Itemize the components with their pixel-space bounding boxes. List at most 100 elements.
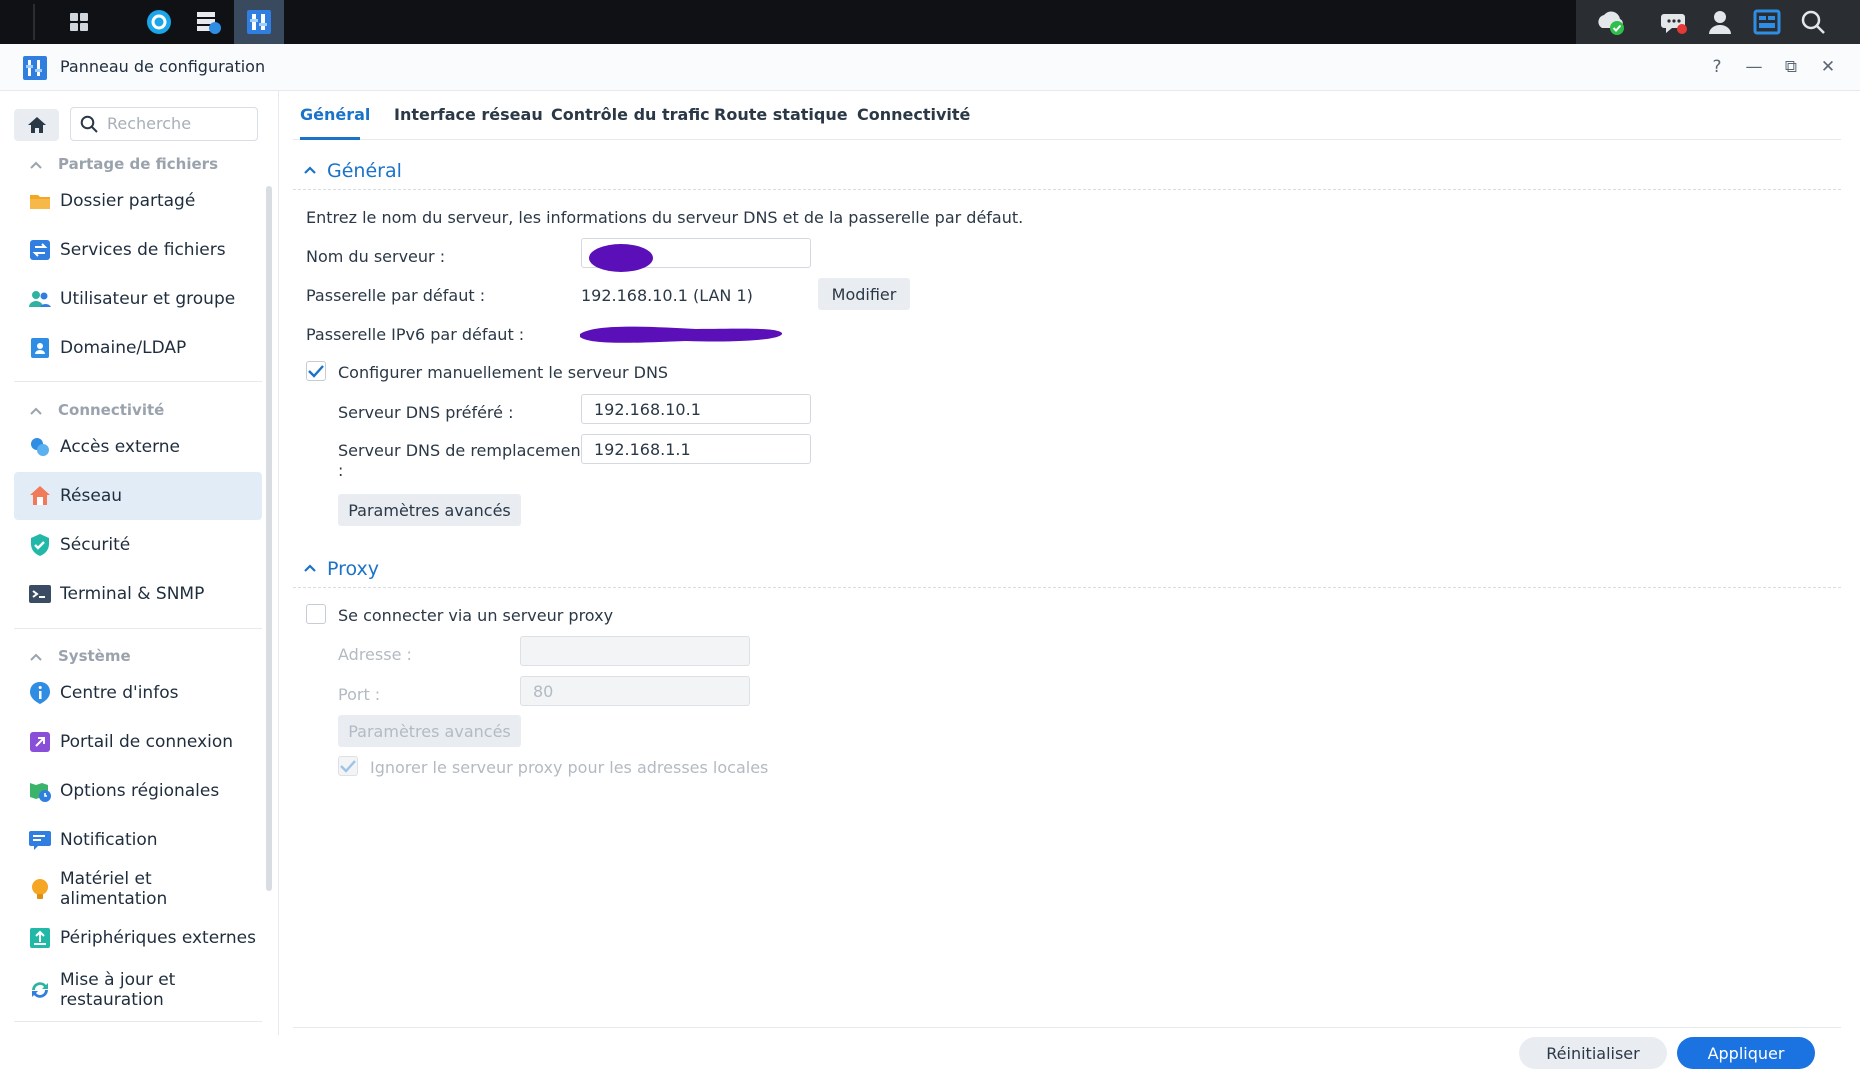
proxy-connect-checkbox[interactable]	[306, 604, 326, 624]
external-devices-icon	[30, 928, 50, 948]
file-services-icon	[30, 240, 50, 260]
tab-bar: Général Interface réseau Contrôle du tra…	[293, 91, 1841, 140]
chat-icon[interactable]	[1655, 0, 1693, 44]
tab-connectivity[interactable]: Connectivité	[857, 105, 970, 124]
sidebar-section-connectivity[interactable]: Connectivité	[30, 401, 164, 419]
sidebar-item-domain-ldap[interactable]: Domaine/LDAP	[14, 324, 262, 372]
cloud-sync-icon[interactable]	[1590, 0, 1630, 44]
proxy-bypass-local-checkbox[interactable]	[338, 756, 358, 776]
sidebar-item-label: Centre d'infos	[60, 683, 179, 703]
info-icon	[30, 682, 50, 704]
preferred-dns-label: Serveur DNS préféré :	[338, 403, 514, 422]
tab-network-interface[interactable]: Interface réseau	[394, 105, 543, 124]
sidebar: Partage de fichiers Dossier partagé Serv…	[0, 91, 279, 1035]
server-name-label: Nom du serveur :	[306, 247, 446, 266]
active-tab-indicator	[300, 137, 360, 140]
chevron-up-icon	[304, 564, 316, 572]
sidebar-item-regional-options[interactable]: Options régionales	[14, 767, 262, 815]
sidebar-scrollbar[interactable]	[266, 186, 272, 891]
manual-dns-label: Configurer manuellement le serveur DNS	[338, 363, 669, 382]
default-gateway-label: Passerelle par défaut :	[306, 286, 486, 305]
main-content: Général Interface réseau Contrôle du tra…	[279, 91, 1860, 1069]
section-label: Connectivité	[58, 401, 165, 419]
alternate-dns-label-colon: :	[338, 461, 344, 480]
security-shield-icon	[31, 534, 49, 556]
proxy-advanced-settings-button[interactable]: Paramètres avancés	[338, 715, 521, 747]
sidebar-section-system[interactable]: Système	[30, 647, 131, 665]
alternate-dns-field[interactable]	[581, 434, 811, 464]
home-button[interactable]	[14, 109, 59, 141]
tab-traffic-control[interactable]: Contrôle du trafic	[551, 105, 710, 124]
sidebar-item-label: Matériel et alimentation	[60, 869, 168, 909]
proxy-section-header[interactable]: Proxy	[293, 553, 1841, 588]
search-icon[interactable]	[1794, 0, 1832, 44]
sidebar-item-label: Terminal & SNMP	[60, 584, 205, 604]
sidebar-item-external-access[interactable]: Accès externe	[14, 423, 262, 471]
sidebar-item-update-restore[interactable]: Mise à jour et restauration	[14, 963, 262, 1017]
apply-button[interactable]: Appliquer	[1677, 1037, 1815, 1069]
restore-button[interactable]: ⧉	[1778, 54, 1804, 80]
sidebar-item-label: Réseau	[60, 486, 123, 506]
section-title: Proxy	[327, 558, 380, 580]
ipv6-gateway-label: Passerelle IPv6 par défaut :	[306, 325, 525, 344]
reset-button[interactable]: Réinitialiser	[1519, 1037, 1667, 1069]
manual-dns-checkbox[interactable]	[306, 361, 326, 381]
sidebar-divider	[14, 628, 262, 629]
sidebar-search[interactable]	[70, 107, 258, 141]
window-title: Panneau de configuration	[60, 57, 266, 76]
sidebar-item-label: Notification	[60, 830, 158, 850]
search-input[interactable]	[107, 108, 251, 138]
control-panel-app-icon	[23, 56, 47, 80]
section-label: Système	[58, 647, 131, 665]
sidebar-item-login-portal[interactable]: Portail de connexion	[14, 718, 262, 766]
redaction-mark	[589, 244, 653, 272]
proxy-connect-label: Se connecter via un serveur proxy	[338, 606, 614, 625]
sidebar-item-hardware-power[interactable]: Matériel et alimentation	[14, 865, 262, 913]
modify-gateway-button[interactable]: Modifier	[818, 278, 910, 310]
network-icon	[30, 486, 50, 505]
sidebar-item-info-center[interactable]: Centre d'infos	[14, 669, 262, 717]
sidebar-item-label: Services de fichiers	[60, 240, 226, 260]
general-section-header[interactable]: Général	[293, 155, 1841, 190]
proxy-port-label: Port :	[338, 685, 381, 704]
sidebar-item-label: Dossier partagé	[60, 191, 196, 211]
sidebar-item-shared-folder[interactable]: Dossier partagé	[14, 177, 262, 225]
close-button[interactable]: ✕	[1815, 54, 1841, 80]
proxy-port-field[interactable]	[520, 676, 750, 706]
sidebar-item-label: Sécurité	[60, 535, 131, 555]
proxy-address-field[interactable]	[520, 636, 750, 666]
sidebar-item-users-groups[interactable]: Utilisateur et groupe	[14, 275, 262, 323]
sidebar-item-file-services[interactable]: Services de fichiers	[14, 226, 262, 274]
proxy-address-label: Adresse :	[338, 645, 412, 664]
minimize-button[interactable]: —	[1741, 54, 1767, 80]
sidebar-item-label: Accès externe	[60, 437, 181, 457]
sidebar-item-external-devices[interactable]: Périphériques externes	[14, 914, 262, 962]
sidebar-item-label: Domaine/LDAP	[60, 338, 187, 358]
sidebar-item-network[interactable]: Réseau	[14, 472, 262, 520]
synology-drive-icon[interactable]	[140, 0, 178, 44]
sidebar-item-notification[interactable]: Notification	[14, 816, 262, 864]
window-titlebar[interactable]: Panneau de configuration ? — ⧉ ✕	[0, 44, 1860, 91]
taskbar-divider	[33, 4, 35, 40]
sidebar-section-file-sharing[interactable]: Partage de fichiers	[30, 155, 218, 173]
tab-general[interactable]: Général	[300, 105, 370, 124]
user-icon[interactable]	[1701, 0, 1739, 44]
grid-menu-icon[interactable]	[60, 0, 98, 44]
dns-advanced-settings-button[interactable]: Paramètres avancés	[338, 494, 521, 526]
sidebar-item-label: Mise à jour et restauration	[60, 970, 176, 1010]
storage-manager-icon[interactable]	[189, 0, 227, 44]
chevron-up-icon	[30, 647, 44, 665]
section-title: Général	[327, 160, 402, 182]
footer-divider	[293, 1027, 1841, 1028]
sidebar-divider	[14, 381, 262, 382]
control-panel-icon[interactable]	[239, 0, 279, 44]
tab-static-route[interactable]: Route statique	[714, 105, 848, 124]
sidebar-item-terminal-snmp[interactable]: Terminal & SNMP	[14, 570, 262, 618]
sidebar-item-security[interactable]: Sécurité	[14, 521, 262, 569]
widgets-icon[interactable]	[1748, 0, 1786, 44]
preferred-dns-field[interactable]	[581, 394, 811, 424]
section-label: Partage de fichiers	[58, 155, 218, 173]
help-button[interactable]: ?	[1704, 54, 1730, 80]
regional-options-icon	[30, 783, 51, 802]
proxy-bypass-local-label: Ignorer le serveur proxy pour les adress…	[370, 758, 769, 777]
